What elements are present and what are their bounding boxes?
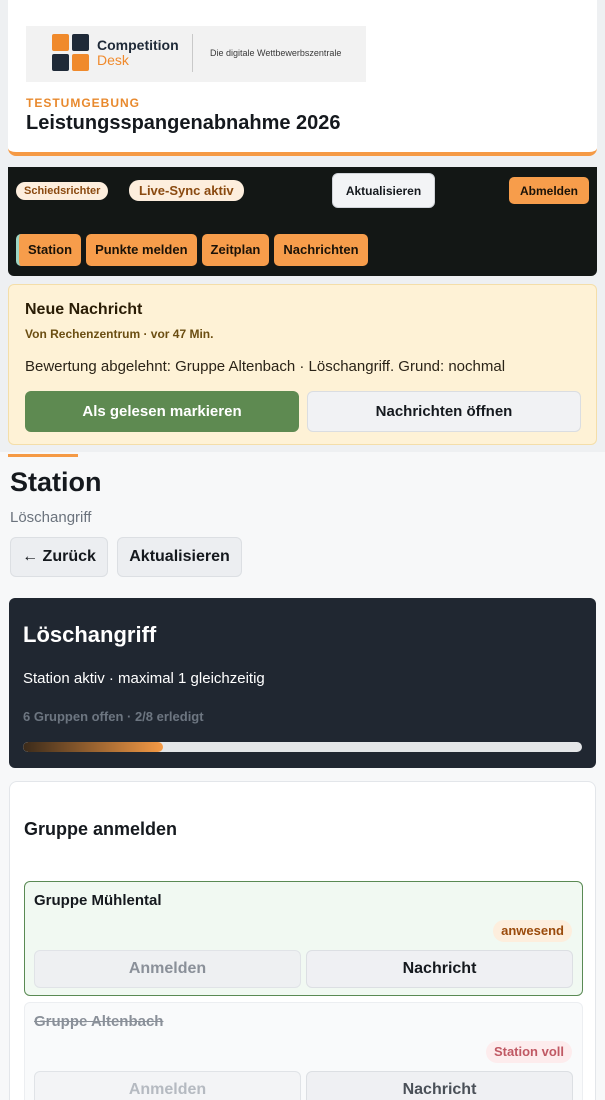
message-notification: Neue Nachricht Von Rechenzentrum · vor 4… <box>8 284 597 445</box>
logout-button[interactable]: Abmelden <box>509 177 589 204</box>
message-title: Neue Nachricht <box>25 301 143 318</box>
station-progress-text: 6 Gruppen offen · 2/8 erledigt <box>23 709 204 724</box>
station-section: Station Löschangriff ← Zurück Aktualisie… <box>0 452 605 1100</box>
group-name: Gruppe Mühlental <box>34 892 162 909</box>
environment-label: TESTUMGEBUNG <box>26 96 140 110</box>
tab-nachrichten[interactable]: Nachrichten <box>274 234 368 266</box>
refresh-button[interactable]: Aktualisieren <box>117 537 242 577</box>
station-status-card: Löschangriff Station aktiv · maximal 1 g… <box>9 598 596 768</box>
station-subtitle: Löschangriff <box>10 509 92 526</box>
group-name: Gruppe Altenbach <box>34 1013 164 1030</box>
page-title: Leistungsspangenabnahme 2026 <box>26 112 341 134</box>
app-header: Competition Desk Die digitale Wettbewerb… <box>8 0 597 156</box>
station-card-status: Station aktiv · maximal 1 gleichzeitig <box>23 670 265 687</box>
competition-desk-logo-icon <box>52 34 89 71</box>
group-item: Gruppe Altenbach Station voll Anmelden N… <box>24 1002 583 1100</box>
group-login-button[interactable]: Anmelden <box>34 950 301 988</box>
group-checkin-card: Gruppe anmelden Gruppe Mühlental anwesen… <box>9 781 596 1100</box>
group-message-button[interactable]: Nachricht <box>306 1071 573 1100</box>
logo: Competition Desk Die digitale Wettbewerb… <box>26 26 366 82</box>
open-messages-button[interactable]: Nachrichten öffnen <box>307 391 581 432</box>
tab-punkte-melden[interactable]: Punkte melden <box>86 234 197 266</box>
station-progress-bar <box>23 742 582 752</box>
group-message-button[interactable]: Nachricht <box>306 950 573 988</box>
group-status-badge: anwesend <box>493 920 572 942</box>
station-progress-fill <box>23 742 163 752</box>
tab-station[interactable]: Station <box>16 234 82 266</box>
logo-name: Competition Desk <box>97 37 179 68</box>
refresh-button-top[interactable]: Aktualisieren <box>332 173 435 208</box>
group-checkin-title: Gruppe anmelden <box>24 819 178 839</box>
group-item: Gruppe Mühlental anwesend Anmelden Nachr… <box>24 881 583 996</box>
station-title: Station <box>10 467 102 497</box>
nav-tabs: Station Punkte melden Zeitplan Nachricht… <box>16 234 368 266</box>
tab-zeitplan[interactable]: Zeitplan <box>201 234 270 266</box>
group-login-button[interactable]: Anmelden <box>34 1071 301 1100</box>
navbar: Schiedsrichter Live-Sync aktiv Aktualisi… <box>8 167 597 276</box>
logo-tagline: Die digitale Wettbewerbszentrale <box>210 48 342 58</box>
group-status-badge: Station voll <box>485 1041 572 1063</box>
back-button[interactable]: ← Zurück <box>10 537 108 577</box>
station-card-title: Löschangriff <box>23 622 157 647</box>
mark-read-button[interactable]: Als gelesen markieren <box>25 391 299 432</box>
message-text: Bewertung abgelehnt: Gruppe Altenbach · … <box>25 358 506 375</box>
live-sync-badge: Live-Sync aktiv <box>129 180 244 201</box>
section-accent <box>8 454 78 457</box>
message-sender: Von Rechenzentrum · vor 47 Min. <box>25 327 214 341</box>
role-badge: Schiedsrichter <box>16 182 109 200</box>
